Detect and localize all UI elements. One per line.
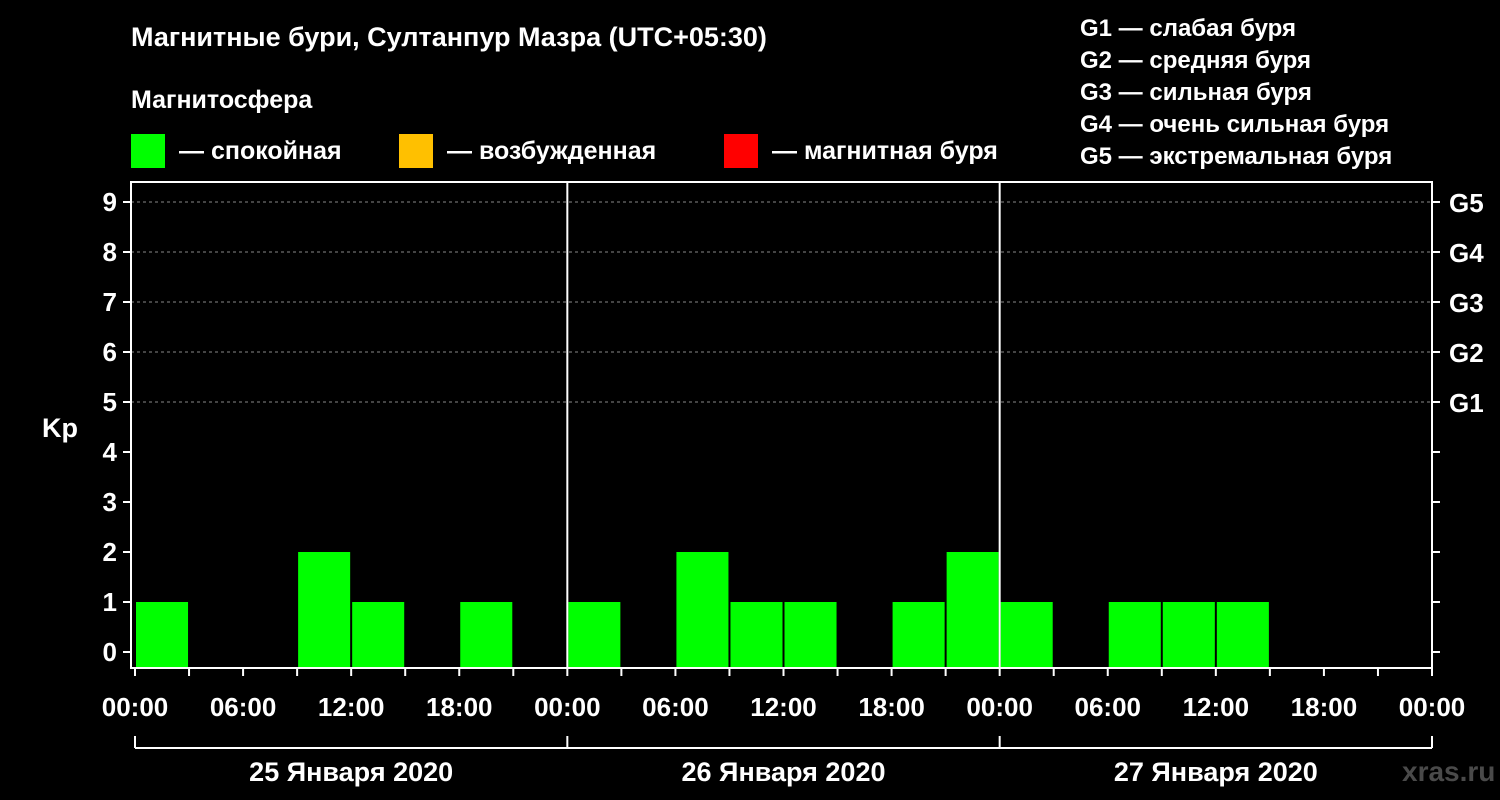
bar-4 — [352, 602, 405, 668]
watermark: xras.ru — [1402, 756, 1496, 787]
bar-16 — [1000, 602, 1053, 668]
bar-8 — [568, 602, 621, 668]
bar-14 — [892, 602, 945, 668]
day-label-0: 25 Января 2020 — [249, 757, 453, 787]
x-tick-label-6: 12:00 — [750, 692, 817, 722]
y-tick-label-5: 5 — [103, 387, 117, 417]
x-tick-label-8: 00:00 — [966, 692, 1033, 722]
x-tick-label-3: 18:00 — [426, 692, 493, 722]
y-tick-label-4: 4 — [103, 437, 118, 467]
x-tick-label-12: 00:00 — [1399, 692, 1466, 722]
y-tick-label-7: 7 — [103, 287, 117, 317]
y-tick-label-0: 0 — [103, 637, 117, 667]
bar-11 — [730, 602, 783, 668]
bar-0 — [136, 602, 189, 668]
g-label-g2: G2 — [1449, 338, 1484, 368]
bar-6 — [460, 602, 513, 668]
g-label-g5: G5 — [1449, 188, 1484, 218]
y-tick-label-2: 2 — [103, 537, 117, 567]
x-tick-label-7: 18:00 — [858, 692, 925, 722]
x-tick-label-1: 06:00 — [210, 692, 277, 722]
g-label-g1: G1 — [1449, 388, 1484, 418]
x-tick-label-5: 06:00 — [642, 692, 709, 722]
y-tick-label-8: 8 — [103, 237, 117, 267]
bar-12 — [784, 602, 837, 668]
x-tick-label-4: 00:00 — [534, 692, 601, 722]
day-label-1: 26 Января 2020 — [682, 757, 886, 787]
bar-10 — [676, 552, 729, 668]
bar-19 — [1162, 602, 1215, 668]
y-tick-label-1: 1 — [103, 587, 117, 617]
bar-15 — [946, 552, 999, 668]
x-tick-label-9: 06:00 — [1075, 692, 1142, 722]
y-tick-label-6: 6 — [103, 337, 117, 367]
x-tick-label-11: 18:00 — [1291, 692, 1358, 722]
g-label-g3: G3 — [1449, 288, 1484, 318]
bar-3 — [298, 552, 351, 668]
x-tick-label-2: 12:00 — [318, 692, 385, 722]
day-label-2: 27 Января 2020 — [1114, 757, 1318, 787]
y-tick-label-9: 9 — [103, 187, 117, 217]
x-tick-label-10: 12:00 — [1183, 692, 1250, 722]
x-tick-label-0: 00:00 — [102, 692, 169, 722]
g-label-g4: G4 — [1449, 238, 1484, 268]
bar-20 — [1216, 602, 1269, 668]
y-tick-label-3: 3 — [103, 487, 117, 517]
kp-bar-chart: 0 1 2 3 4 5 6 7 8 9 G1 G2 G3 G4 G5 00:00 06:00 12:00 18:00… — [102, 181, 1484, 787]
bar-18 — [1108, 602, 1161, 668]
